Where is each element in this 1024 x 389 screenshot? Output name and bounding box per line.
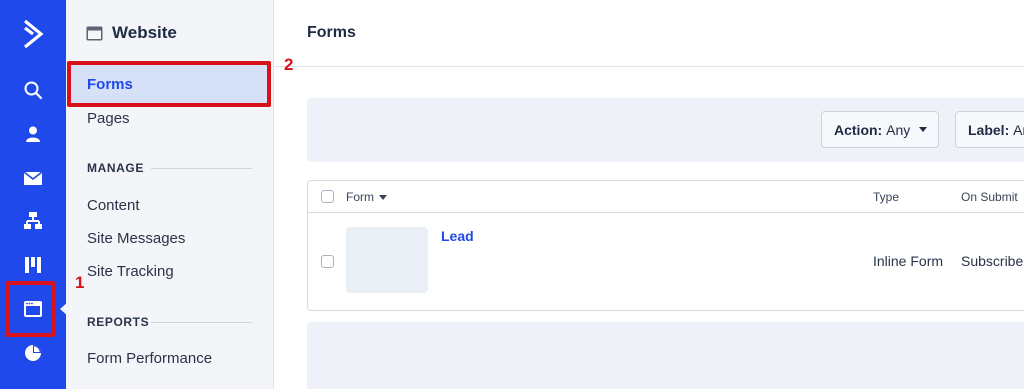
section-divider bbox=[151, 168, 252, 169]
contacts-icon[interactable] bbox=[0, 118, 66, 150]
action-filter-value: Any bbox=[886, 121, 911, 138]
activecampaign-logo-icon[interactable] bbox=[0, 18, 66, 50]
sidebar-title: Website bbox=[112, 23, 177, 42]
column-header-on-submit: On Submit bbox=[961, 190, 1018, 204]
row-checkbox[interactable] bbox=[321, 255, 334, 268]
sidebar-item-site-messages[interactable]: Site Messages bbox=[87, 230, 185, 247]
sidebar-item-content[interactable]: Content bbox=[87, 197, 140, 214]
deals-pipeline-icon[interactable] bbox=[0, 249, 66, 281]
annotation-number-1: 1 bbox=[75, 273, 85, 292]
form-on-submit-cell: Subscribe bbox=[961, 253, 1024, 269]
action-filter-label: Action: bbox=[834, 121, 883, 138]
automations-icon[interactable] bbox=[0, 205, 66, 237]
chevron-down-icon bbox=[919, 127, 928, 132]
section-divider bbox=[151, 322, 252, 323]
section-heading-reports: REPORTS bbox=[87, 315, 150, 329]
header-divider bbox=[274, 66, 1024, 67]
action-filter-dropdown[interactable]: Action: Any bbox=[821, 111, 939, 148]
sidebar-item-pages[interactable]: Pages bbox=[87, 110, 130, 127]
label-filter-dropdown[interactable]: Label: Any bbox=[955, 111, 1024, 148]
page-title: Forms bbox=[307, 24, 356, 41]
label-filter-label: Label: bbox=[968, 121, 1010, 138]
forms-table: Form Type On Submit Lead Inline Form Sub… bbox=[307, 180, 1024, 311]
campaigns-envelope-icon[interactable] bbox=[0, 162, 66, 194]
filter-bar: Action: Any Label: Any bbox=[307, 98, 1024, 162]
column-header-type: Type bbox=[873, 190, 900, 204]
annotation-box-website bbox=[5, 281, 55, 337]
form-name-link[interactable]: Lead bbox=[441, 228, 474, 244]
main-panel: Forms Action: Any Label: Any Form Type O… bbox=[274, 0, 1024, 389]
section-heading-manage: MANAGE bbox=[87, 161, 144, 175]
reports-pie-icon[interactable] bbox=[0, 337, 66, 369]
search-icon[interactable] bbox=[0, 74, 66, 106]
sidebar-header: Website bbox=[86, 22, 177, 44]
footer-panel bbox=[307, 322, 1024, 389]
column-header-form[interactable]: Form bbox=[346, 190, 387, 204]
annotation-box-forms bbox=[67, 61, 271, 107]
website-sidebar: Website bbox=[66, 0, 274, 389]
form-type-cell: Inline Form bbox=[873, 253, 944, 269]
sort-down-icon bbox=[379, 194, 387, 200]
website-icon bbox=[86, 26, 103, 40]
form-thumbnail[interactable] bbox=[346, 227, 428, 293]
select-all-checkbox[interactable] bbox=[321, 190, 334, 203]
annotation-number-2: 2 bbox=[284, 55, 294, 74]
column-header-form-label: Form bbox=[346, 190, 374, 204]
sidebar-item-form-performance[interactable]: Form Performance bbox=[87, 350, 212, 367]
label-filter-value: Any bbox=[1013, 121, 1024, 138]
sidebar-item-site-tracking[interactable]: Site Tracking bbox=[87, 263, 174, 280]
table-header: Form Type On Submit bbox=[308, 181, 1024, 213]
